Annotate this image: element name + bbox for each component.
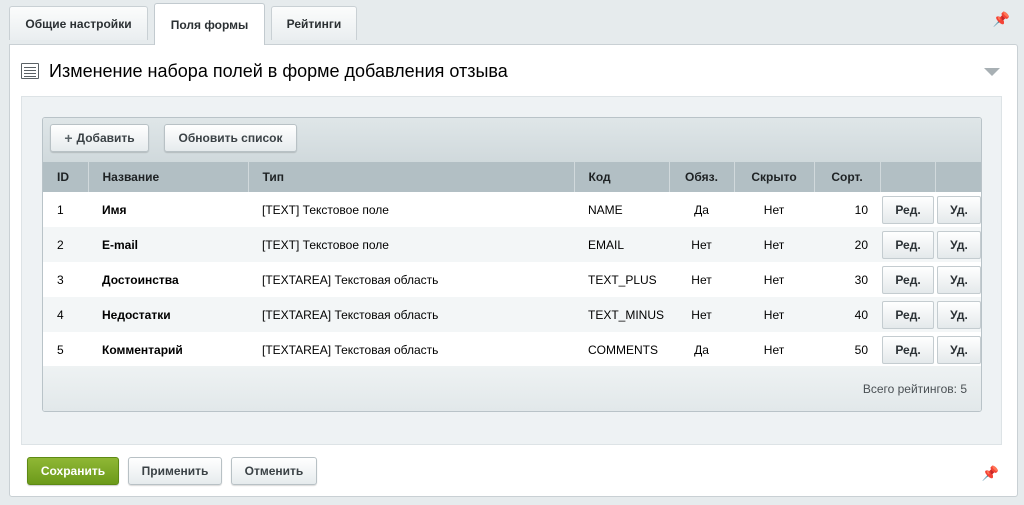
cell-delete: Уд.	[935, 227, 981, 262]
cell-delete: Уд.	[935, 332, 981, 367]
fields-table: ID Название Тип Код Обяз. Скрыто Сорт. 1	[43, 162, 981, 367]
cell-edit: Ред.	[880, 192, 935, 227]
cell-required: Да	[669, 192, 734, 227]
fields-grid: + Добавить Обновить список ID Название Т…	[42, 117, 982, 412]
cell-id: 5	[43, 332, 88, 367]
table-row: 5 Комментарий [TEXTAREA] Текстовая облас…	[43, 332, 981, 367]
column-header-delete	[935, 162, 981, 192]
cell-code: COMMENTS	[574, 332, 669, 367]
panel-title: Изменение набора полей в форме добавлени…	[49, 60, 508, 81]
save-button[interactable]: Сохранить	[27, 457, 119, 485]
plus-icon: +	[64, 130, 73, 146]
cell-id: 1	[43, 192, 88, 227]
cell-sort: 10	[814, 192, 880, 227]
cell-required: Да	[669, 332, 734, 367]
delete-button[interactable]: Уд.	[937, 230, 981, 259]
tab-general-settings[interactable]: Общие настройки	[9, 6, 148, 40]
action-bar: Сохранить Применить Отменить 📌	[10, 455, 1017, 495]
cell-required: Нет	[669, 227, 734, 262]
column-header-type[interactable]: Тип	[248, 162, 575, 192]
tab-bar: Общие настройки Поля формы Рейтинги 📌	[0, 0, 1024, 46]
table-row: 3 Достоинства [TEXTAREA] Текстовая облас…	[43, 262, 981, 297]
main-panel: Изменение набора полей в форме добавлени…	[9, 44, 1018, 497]
cancel-button[interactable]: Отменить	[231, 457, 317, 485]
grid-toolbar: + Добавить Обновить список	[43, 118, 981, 162]
apply-button[interactable]: Применить	[128, 457, 222, 485]
cell-required: Нет	[669, 262, 734, 297]
cell-name: Комментарий	[88, 332, 248, 367]
column-header-edit	[880, 162, 936, 192]
cell-hidden: Нет	[734, 227, 814, 262]
cell-name: Имя	[88, 192, 248, 227]
column-header-id[interactable]: ID	[43, 162, 89, 192]
table-row: 4 Недостатки [TEXTAREA] Текстовая област…	[43, 297, 981, 332]
cell-type: [TEXTAREA] Текстовая область	[248, 332, 574, 367]
edit-button[interactable]: Ред.	[882, 335, 934, 364]
cell-type: [TEXTAREA] Текстовая область	[248, 262, 574, 297]
tab-label: Рейтинги	[286, 16, 342, 31]
tab-label: Общие настройки	[25, 16, 132, 31]
edit-button[interactable]: Ред.	[882, 265, 934, 294]
cell-type: [TEXTAREA] Текстовая область	[248, 297, 574, 332]
cell-name: Достоинства	[88, 262, 248, 297]
cell-delete: Уд.	[935, 297, 981, 332]
panel-header: Изменение набора полей в форме добавлени…	[21, 59, 508, 83]
form-icon	[21, 63, 39, 79]
column-header-name[interactable]: Название	[88, 162, 249, 192]
edit-button[interactable]: Ред.	[882, 195, 934, 224]
content-area: + Добавить Обновить список ID Название Т…	[21, 96, 1002, 445]
cell-hidden: Нет	[734, 192, 814, 227]
refresh-list-button[interactable]: Обновить список	[164, 124, 297, 152]
edit-button[interactable]: Ред.	[882, 300, 934, 329]
column-header-hidden[interactable]: Скрыто	[734, 162, 815, 192]
delete-button[interactable]: Уд.	[937, 265, 981, 294]
cell-sort: 50	[814, 332, 880, 367]
delete-button[interactable]: Уд.	[937, 335, 981, 364]
tab-ratings[interactable]: Рейтинги	[271, 6, 357, 40]
cell-name: Недостатки	[88, 297, 248, 332]
delete-button[interactable]: Уд.	[937, 195, 981, 224]
cell-edit: Ред.	[880, 227, 935, 262]
tab-form-fields[interactable]: Поля формы	[154, 3, 265, 45]
chevron-down-icon[interactable]	[984, 68, 1000, 76]
cell-code: TEXT_PLUS	[574, 262, 669, 297]
cell-hidden: Нет	[734, 262, 814, 297]
cell-delete: Уд.	[935, 192, 981, 227]
edit-button[interactable]: Ред.	[882, 230, 934, 259]
add-button-label: Добавить	[76, 131, 135, 145]
cell-required: Нет	[669, 297, 734, 332]
cell-id: 4	[43, 297, 88, 332]
refresh-button-label: Обновить список	[178, 131, 283, 145]
table-header-row: ID Название Тип Код Обяз. Скрыто Сорт.	[43, 162, 981, 192]
cell-hidden: Нет	[734, 332, 814, 367]
cell-edit: Ред.	[880, 262, 935, 297]
delete-button[interactable]: Уд.	[937, 300, 981, 329]
cell-delete: Уд.	[935, 262, 981, 297]
column-header-sort[interactable]: Сорт.	[814, 162, 881, 192]
total-count: Всего рейтингов: 5	[862, 381, 967, 396]
cell-sort: 30	[814, 262, 880, 297]
cell-id: 3	[43, 262, 88, 297]
cell-code: EMAIL	[574, 227, 669, 262]
cell-id: 2	[43, 227, 88, 262]
cell-code: TEXT_MINUS	[574, 297, 669, 332]
table-row: 1 Имя [TEXT] Текстовое поле NAME Да Нет …	[43, 192, 981, 227]
cell-code: NAME	[574, 192, 669, 227]
cell-edit: Ред.	[880, 297, 935, 332]
column-header-required[interactable]: Обяз.	[669, 162, 735, 192]
cell-sort: 20	[814, 227, 880, 262]
column-header-code[interactable]: Код	[574, 162, 670, 192]
add-button[interactable]: + Добавить	[50, 124, 149, 152]
cell-edit: Ред.	[880, 332, 935, 367]
pin-icon[interactable]: 📌	[982, 465, 999, 482]
grid-footer: Всего рейтингов: 5	[43, 366, 981, 411]
tab-label: Поля формы	[170, 17, 249, 32]
cell-type: [TEXT] Текстовое поле	[248, 227, 574, 262]
pin-icon[interactable]: 📌	[993, 11, 1010, 28]
cell-name: E-mail	[88, 227, 248, 262]
cell-type: [TEXT] Текстовое поле	[248, 192, 574, 227]
cell-sort: 40	[814, 297, 880, 332]
table-row: 2 E-mail [TEXT] Текстовое поле EMAIL Нет…	[43, 227, 981, 262]
cell-hidden: Нет	[734, 297, 814, 332]
